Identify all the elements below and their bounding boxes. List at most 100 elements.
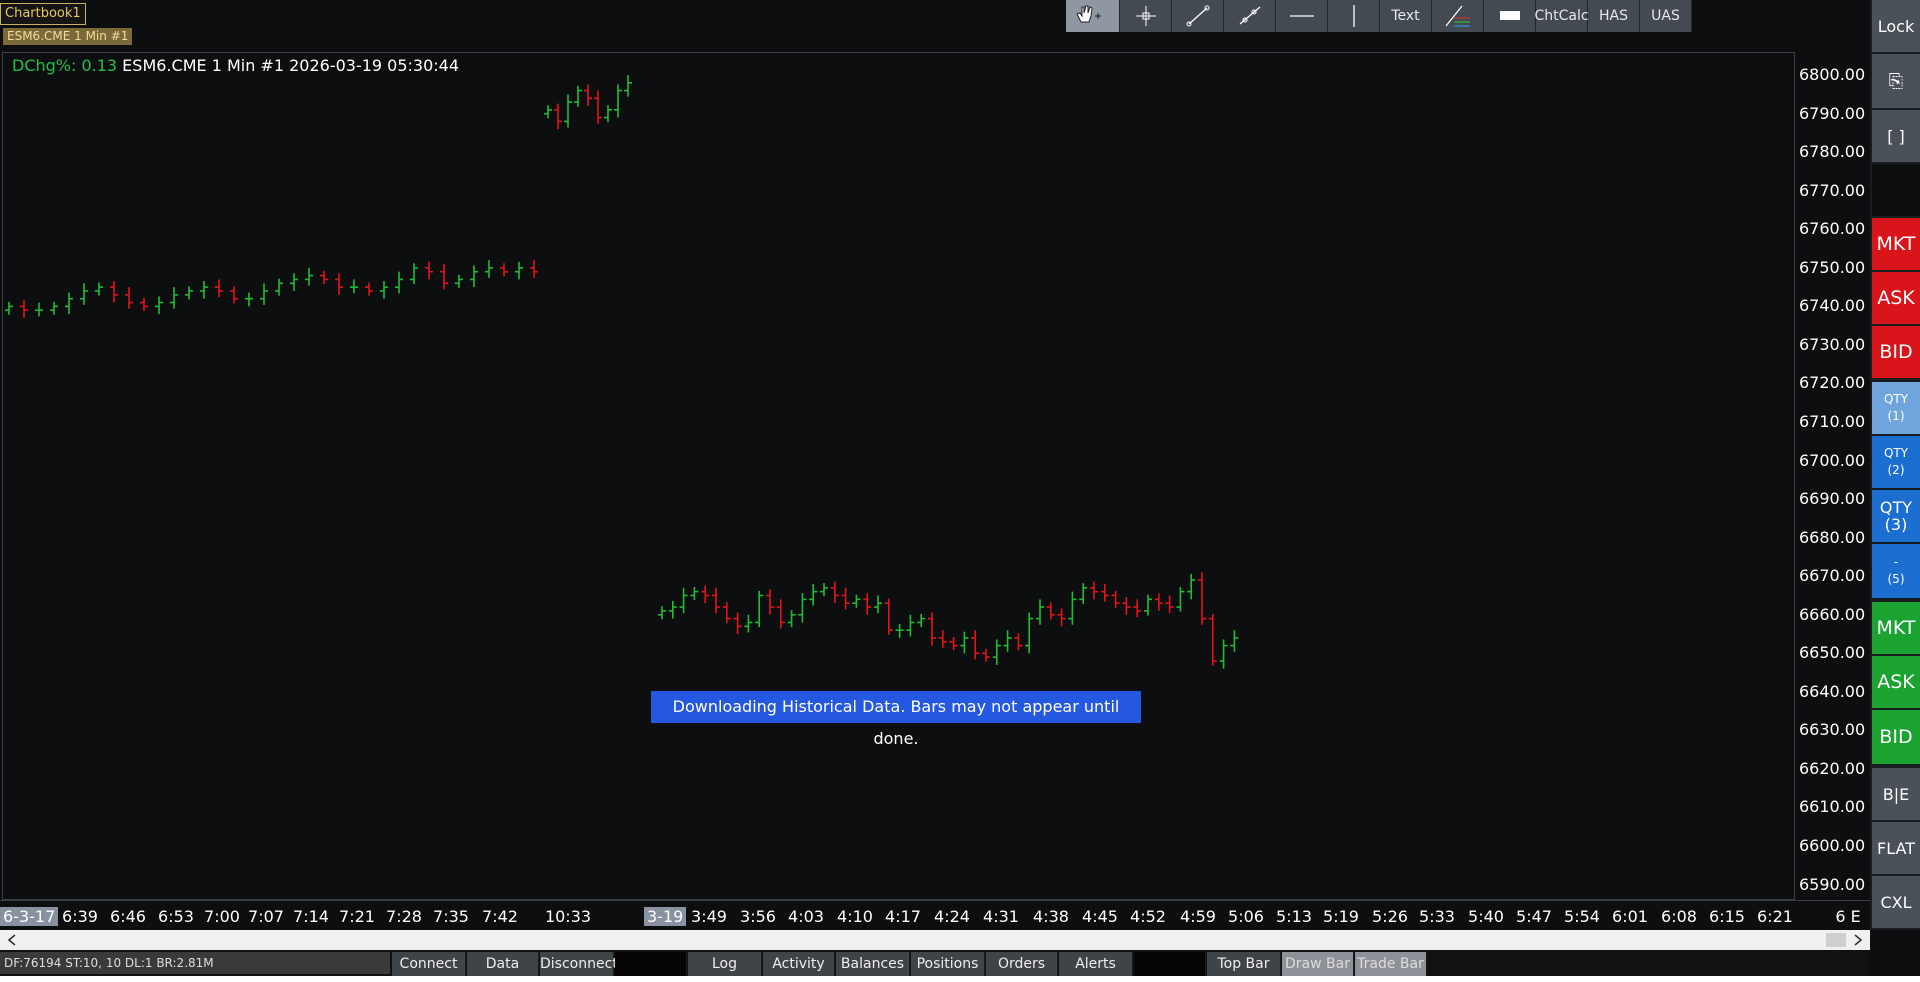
time-tick-label: 7:14: [293, 907, 329, 926]
positions-button[interactable]: Positions: [911, 952, 985, 976]
bar-segment: [5, 260, 538, 318]
ohlc-bar: [624, 75, 632, 97]
time-tick-label: 5:19: [1323, 907, 1359, 926]
ohlc-bar: [1057, 608, 1066, 627]
cxl-button[interactable]: CXL: [1872, 876, 1920, 930]
ohlc-bar: [906, 614, 915, 637]
flat-button[interactable]: FLAT: [1872, 822, 1920, 876]
spacer-1: [615, 952, 687, 976]
log-button[interactable]: Log: [688, 952, 762, 976]
ohlc-bar: [949, 637, 958, 651]
ohlc-bar: [305, 267, 313, 286]
price-tick-label: 6730.00: [1799, 334, 1866, 354]
time-tick-label: 4:17: [885, 907, 921, 926]
qty-5-button-label: -: [1893, 555, 1899, 569]
ohlc-bar: [841, 587, 850, 610]
ohlc-bar: [776, 599, 785, 629]
qty-2-button-label: QTY: [1883, 446, 1909, 460]
bracket-button-label: [ ]: [1887, 126, 1905, 146]
sell-mkt-button[interactable]: MKT: [1872, 218, 1920, 272]
horizontal-scrollbar[interactable]: [0, 930, 1870, 950]
price-tick-label: 6660.00: [1799, 604, 1866, 624]
qty-5-button[interactable]: - (5): [1872, 544, 1920, 600]
time-axis[interactable]: 6-3-17 6:39 6:46 6:53 7:00 7:07 7:14 7:21 7:28 7:…: [0, 900, 1870, 931]
time-tick-label: 5:13: [1276, 907, 1312, 926]
balances-button[interactable]: Balances: [836, 952, 910, 976]
sell-ask-button-label: ASK: [1877, 287, 1915, 309]
copy-icon[interactable]: ⎘: [1872, 54, 1920, 110]
ohlc-bar: [1079, 583, 1088, 604]
buy-ask-button[interactable]: ASK: [1872, 656, 1920, 710]
qty-1-button[interactable]: QTY (1): [1872, 382, 1920, 436]
qty-3-button[interactable]: QTY (3): [1872, 490, 1920, 544]
spacer-2: [1134, 952, 1206, 976]
ohlc-bar: [895, 624, 904, 638]
ohlc-bar: [1208, 613, 1217, 666]
activity-button[interactable]: Activity: [763, 952, 835, 976]
ohlc-bar: [425, 261, 433, 280]
ohlc-bar: [658, 606, 666, 620]
buy-bid-button[interactable]: BID: [1872, 710, 1920, 766]
ohlc-bar: [380, 280, 388, 299]
trade-bar-button[interactable]: Trade Bar: [1355, 952, 1427, 976]
chart-info-line: DChg%: 0.13 ESM6.CME 1 Min #1 2026-03-19…: [12, 56, 459, 75]
time-tick-label: 6:53: [158, 907, 194, 926]
lock-button[interactable]: Lock: [1872, 0, 1920, 54]
time-tick-label: 3-19: [644, 907, 687, 926]
price-tick-label: 6690.00: [1799, 489, 1866, 509]
bracket-button[interactable]: [ ]: [1872, 110, 1920, 164]
price-axis[interactable]: 6800.00 6790.00 6780.00 6770.00 6760.00 6750.…: [1795, 52, 1870, 902]
ohlc-bar: [140, 297, 148, 312]
ohlc-bar: [830, 581, 839, 604]
price-tick-label: 6780.00: [1799, 142, 1866, 162]
ohlc-bar: [1187, 573, 1196, 600]
time-tick-label: 7:28: [386, 907, 422, 926]
sell-ask-button[interactable]: ASK: [1872, 272, 1920, 326]
price-tick-label: 6650.00: [1799, 643, 1866, 663]
ohlc-bar: [744, 614, 753, 633]
ohlc-bar: [230, 286, 238, 304]
qty-2-button[interactable]: QTY (2): [1872, 436, 1920, 490]
cxl-button-label: CXL: [1880, 892, 1912, 912]
ohlc-bar: [1122, 597, 1131, 615]
qty-1-button-label: QTY: [1883, 392, 1909, 406]
ohlc-bar: [1154, 593, 1163, 611]
ohlc-bar: [110, 280, 118, 303]
top-bar-button[interactable]: Top Bar: [1207, 952, 1281, 976]
buy-ask-button-label: ASK: [1877, 671, 1915, 693]
price-chart[interactable]: [0, 0, 1795, 900]
ohlc-bar: [170, 287, 178, 309]
time-tick-label: 10:33: [544, 907, 592, 926]
ohlc-bar: [722, 602, 731, 624]
ohlc-bar: [200, 280, 208, 299]
data-button[interactable]: Data: [467, 952, 539, 976]
ohlc-bar: [584, 84, 592, 106]
ohlc-bar: [185, 286, 193, 300]
price-tick-label: 6750.00: [1799, 257, 1866, 277]
ohlc-bar: [1100, 583, 1109, 602]
price-tick-label: 6590.00: [1799, 874, 1866, 894]
time-tick-label: 6:01: [1612, 907, 1648, 926]
scroll-thumb: [1826, 933, 1846, 947]
ohlc-bar: [712, 587, 720, 614]
ohlc-bar: [20, 300, 28, 318]
ohlc-bar: [884, 598, 893, 635]
ohlc-bar: [1014, 633, 1023, 651]
time-tick-label: 4:24: [934, 907, 970, 926]
ohlc-bar: [410, 263, 418, 285]
be-button[interactable]: B|E: [1872, 768, 1920, 822]
connect-button[interactable]: Connect: [392, 952, 466, 976]
price-tick-label: 6770.00: [1799, 180, 1866, 200]
ohlc-bar: [125, 287, 133, 309]
ohlc-bar: [5, 301, 13, 315]
orders-button[interactable]: Orders: [986, 952, 1058, 976]
ohlc-bar: [1198, 572, 1206, 625]
ohlc-bar: [1003, 630, 1012, 652]
price-tick-label: 6640.00: [1799, 681, 1866, 701]
disconnect-button[interactable]: Disconnect: [540, 952, 618, 976]
ohlc-bar: [852, 594, 861, 608]
sell-bid-button[interactable]: BID: [1872, 326, 1920, 380]
alerts-button[interactable]: Alerts: [1059, 952, 1133, 976]
draw-bar-button[interactable]: Draw Bar: [1282, 952, 1354, 976]
buy-mkt-button[interactable]: MKT: [1872, 602, 1920, 656]
